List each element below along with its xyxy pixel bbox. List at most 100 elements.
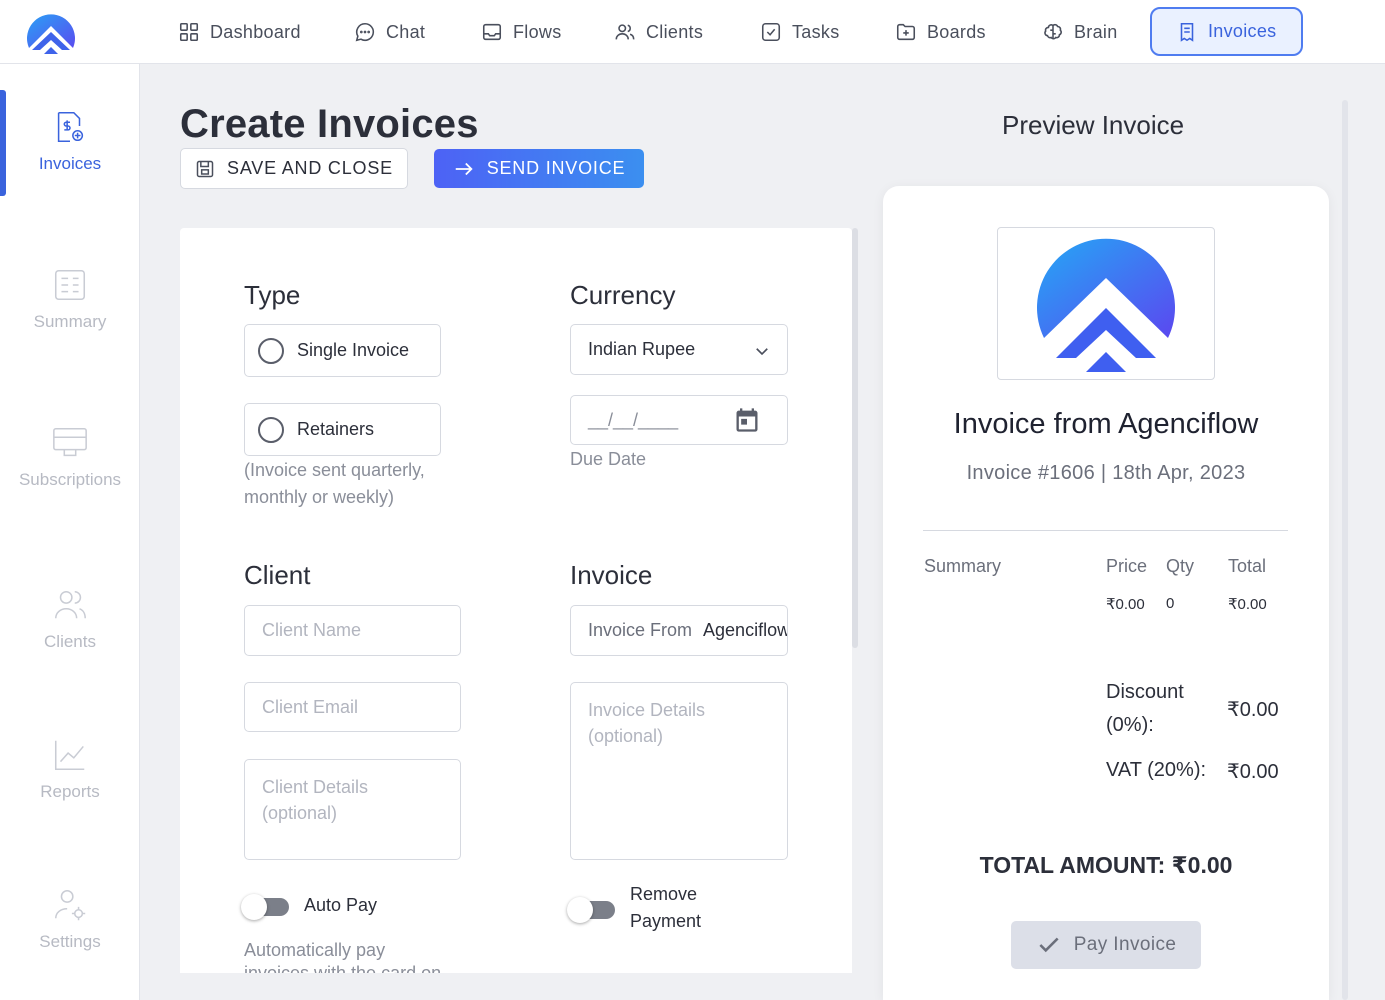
sidebar-item-subscriptions[interactable]: Subscriptions bbox=[0, 424, 140, 490]
agenciflow-logo bbox=[1037, 238, 1175, 372]
send-button-label: SEND INVOICE bbox=[486, 158, 626, 178]
check-icon bbox=[1039, 937, 1059, 953]
nav-clients[interactable]: Clients bbox=[614, 16, 703, 48]
label-line: (0%): bbox=[1106, 714, 1154, 736]
sidebar-item-summary[interactable]: Summary bbox=[0, 266, 140, 332]
row-price: ₹0.00 bbox=[1106, 596, 1145, 613]
col-qty: Qty bbox=[1166, 556, 1195, 576]
currency-heading: Currency bbox=[570, 280, 676, 310]
sidebar: Invoices Summary Subscriptions Clients R… bbox=[0, 64, 140, 1000]
remove-payment-toggle[interactable] bbox=[567, 895, 615, 923]
send-invoice-button[interactable]: SEND INVOICE bbox=[434, 149, 644, 188]
users-icon bbox=[54, 590, 86, 619]
nav-dashboard[interactable]: Dashboard bbox=[178, 16, 301, 48]
vat-label: VAT (20%): bbox=[1106, 759, 1207, 781]
placeholder-line: (optional) bbox=[588, 726, 664, 746]
pay-invoice-button[interactable]: Pay Invoice bbox=[1011, 921, 1201, 969]
radio-label: Retainers bbox=[297, 419, 375, 439]
client-name-placeholder: Client Name bbox=[262, 620, 362, 640]
sidebar-item-label: Clients bbox=[44, 632, 96, 651]
placeholder-line: Invoice Details bbox=[588, 700, 706, 720]
auto-pay-helper-cut: invoices with the card on bbox=[244, 963, 544, 973]
users-icon bbox=[615, 24, 635, 40]
preview-logo-box bbox=[997, 227, 1215, 380]
retainers-helper-text: (Invoice sent quarterly, monthly or week… bbox=[244, 457, 425, 511]
label-line: Remove bbox=[630, 884, 698, 904]
nav-chat[interactable]: Chat bbox=[354, 16, 425, 48]
arrow-right-icon bbox=[455, 162, 473, 175]
col-price: Price bbox=[1106, 556, 1148, 576]
currency-value: Indian Rupee bbox=[588, 339, 696, 359]
nav-label: Brain bbox=[1074, 21, 1118, 42]
divider bbox=[923, 530, 1288, 531]
nav-label: Tasks bbox=[792, 21, 840, 42]
invoice-from-input[interactable]: Invoice From Agenciflow bbox=[570, 605, 788, 656]
sidebar-item-label: Reports bbox=[40, 782, 100, 801]
preview-invoice-title: Preview Invoice bbox=[1002, 110, 1185, 140]
currency-select[interactable]: Indian Rupee bbox=[570, 324, 788, 375]
subscriptions-icon bbox=[53, 427, 87, 457]
invoice-details-textarea[interactable]: Invoice Details (optional) bbox=[570, 682, 788, 860]
pay-button-label: Pay Invoice bbox=[1073, 934, 1177, 955]
sidebar-item-settings[interactable]: Settings bbox=[0, 886, 140, 952]
chat-icon bbox=[355, 22, 375, 42]
folder-plus-icon bbox=[896, 23, 916, 41]
calendar-icon[interactable] bbox=[733, 406, 761, 434]
nav-label: Invoices bbox=[1208, 21, 1277, 41]
nav-label: Dashboard bbox=[210, 21, 301, 42]
summary-icon bbox=[54, 269, 86, 301]
invoice-dollar-icon bbox=[57, 111, 84, 143]
nav-boards[interactable]: Boards bbox=[895, 16, 986, 48]
sidebar-item-invoices[interactable]: Invoices bbox=[0, 108, 140, 174]
preview-invoice-meta: Invoice #1606 | 18th Apr, 2023 bbox=[966, 462, 1246, 484]
nav-label: Clients bbox=[646, 21, 704, 42]
auto-pay-label: Auto Pay bbox=[304, 895, 378, 915]
discount-value: ₹0.00 bbox=[1227, 699, 1279, 721]
sidebar-item-clients[interactable]: Clients bbox=[0, 586, 140, 652]
client-name-input[interactable]: Client Name bbox=[244, 605, 461, 656]
client-heading: Client bbox=[244, 560, 311, 590]
client-email-placeholder: Client Email bbox=[262, 696, 359, 717]
preview-scrollbar[interactable] bbox=[1342, 100, 1348, 1000]
agenciflow-logo[interactable] bbox=[26, 8, 76, 54]
helper-line: invoices with the card on bbox=[244, 963, 442, 973]
sidebar-item-reports[interactable]: Reports bbox=[0, 736, 140, 802]
placeholder-line: Client Details bbox=[262, 777, 369, 797]
nav-flows[interactable]: Flows bbox=[481, 16, 562, 48]
label-line: Discount bbox=[1106, 681, 1184, 703]
save-and-close-button[interactable]: SAVE AND CLOSE bbox=[180, 148, 408, 189]
helper-line: (Invoice sent quarterly, bbox=[244, 460, 425, 480]
save-button-label: SAVE AND CLOSE bbox=[227, 158, 393, 178]
nav-brain[interactable]: Brain bbox=[1042, 16, 1118, 48]
sidebar-item-label: Summary bbox=[33, 312, 107, 331]
invoice-from-prefix: Invoice From bbox=[588, 620, 693, 640]
row-qty: 0 bbox=[1166, 595, 1175, 612]
due-date-input[interactable]: __/__/____ bbox=[570, 395, 788, 445]
radio-circle-icon bbox=[258, 337, 284, 364]
toggle-knob bbox=[567, 897, 593, 923]
receipt-icon bbox=[1180, 22, 1194, 42]
client-details-textarea[interactable]: Client Details (optional) bbox=[244, 759, 461, 860]
client-email-input[interactable]: Client Email bbox=[244, 682, 461, 732]
save-icon bbox=[196, 160, 214, 177]
chart-line-icon bbox=[54, 740, 85, 771]
sidebar-item-label: Invoices bbox=[38, 154, 102, 173]
label-line: Payment bbox=[630, 911, 702, 931]
auto-pay-toggle[interactable] bbox=[241, 892, 289, 920]
placeholder-line: (optional) bbox=[262, 803, 338, 823]
type-heading: Type bbox=[244, 280, 301, 310]
brain-icon bbox=[1044, 23, 1062, 40]
nav-invoices[interactable]: Invoices bbox=[1150, 7, 1304, 56]
inbox-icon bbox=[482, 23, 502, 41]
sidebar-item-label: Settings bbox=[39, 932, 101, 951]
nav-tasks[interactable]: Tasks bbox=[760, 16, 840, 48]
nav-label: Flows bbox=[513, 21, 562, 42]
sidebar-item-label: Subscriptions bbox=[18, 470, 122, 489]
radio-circle-icon bbox=[258, 416, 284, 443]
form-scrollbar[interactable] bbox=[852, 228, 858, 648]
type-retainers-radio[interactable]: Retainers bbox=[244, 403, 441, 456]
preview-heading: Invoice from Agenciflow bbox=[953, 408, 1259, 440]
helper-line: monthly or weekly) bbox=[244, 487, 395, 507]
page-title: Create Invoices bbox=[180, 102, 479, 146]
type-single-invoice-radio[interactable]: Single Invoice bbox=[244, 324, 441, 377]
